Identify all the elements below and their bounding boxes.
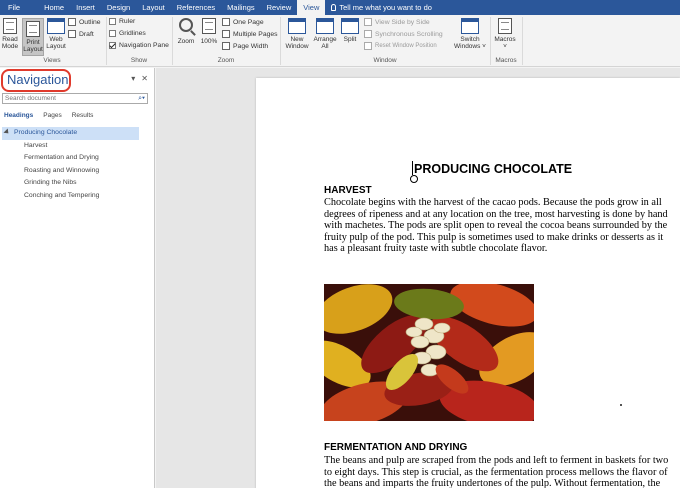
macros-icon — [498, 18, 512, 34]
ruler-checkbox[interactable]: Ruler — [109, 18, 135, 25]
tell-me-text: Tell me what you want to do — [339, 3, 432, 12]
page-width-button[interactable]: Page Width — [222, 42, 268, 50]
switch-windows-icon — [461, 18, 479, 34]
print-layout-icon — [26, 21, 40, 37]
read-mode-icon — [3, 18, 17, 34]
arrange-all-button[interactable]: Arrange All — [311, 18, 339, 50]
tab-mailings[interactable]: Mailings — [221, 0, 261, 15]
gridlines-checkbox[interactable]: Gridlines — [109, 30, 146, 37]
draft-button[interactable]: Draft — [68, 30, 94, 38]
cacao-pods-illustration — [324, 284, 534, 421]
multiple-pages-icon — [222, 30, 230, 38]
tab-results[interactable]: Results — [72, 112, 94, 119]
outline-button[interactable]: Outline — [68, 18, 101, 26]
close-icon[interactable]: ✕ — [141, 74, 148, 83]
zoom-group-label: Zoom — [217, 57, 235, 64]
switch-windows-button[interactable]: Switch Windows ˅ — [454, 18, 486, 50]
macros-group-label: Macros — [495, 57, 517, 64]
tab-review[interactable]: Review — [261, 0, 298, 15]
anchor-icon[interactable] — [410, 175, 418, 183]
section-heading: HARVEST — [324, 185, 372, 196]
side-by-side-icon — [364, 18, 372, 26]
reset-window-position-button[interactable]: Reset Window Position — [364, 42, 437, 50]
one-page-button[interactable]: One Page — [222, 18, 264, 26]
zoom-100-icon — [202, 18, 216, 34]
stray-mark — [620, 404, 622, 406]
zoom-button[interactable]: Zoom — [175, 18, 197, 45]
collapse-triangle-icon[interactable] — [3, 128, 11, 136]
sync-scroll-icon — [364, 30, 372, 38]
show-group-label: Show — [130, 57, 148, 64]
one-page-icon — [222, 18, 230, 26]
outline-icon — [68, 18, 76, 26]
page-width-icon — [222, 42, 230, 50]
divider — [522, 17, 523, 65]
search-icon[interactable]: ⌕▾ — [138, 95, 145, 103]
reset-window-icon — [364, 42, 372, 50]
tab-pages[interactable]: Pages — [43, 112, 61, 119]
tab-file[interactable]: File — [0, 0, 28, 15]
tree-item-grinding[interactable]: Grinding the Nibs — [2, 177, 139, 190]
tell-me-box[interactable]: Tell me what you want to do — [325, 3, 432, 12]
ribbon: Read Mode Print Layout Web Layout Outlin… — [0, 15, 680, 67]
navigation-pane-checkbox[interactable]: Navigation Pane — [109, 42, 169, 49]
lightbulb-icon — [331, 4, 337, 11]
pane-controls: ▾ ✕ — [131, 74, 148, 83]
ruler-check-icon — [109, 18, 116, 25]
views-group-label: Views — [43, 57, 61, 64]
section-body: Chocolate begins with the harvest of the… — [324, 197, 668, 255]
tree-item-producing-chocolate[interactable]: Producing Chocolate — [2, 127, 139, 140]
zoom-100-button[interactable]: 100% — [199, 18, 219, 45]
web-layout-button[interactable]: Web Layout — [46, 18, 66, 50]
macros-button[interactable]: Macros ˅ — [492, 18, 518, 50]
split-button[interactable]: Split — [340, 18, 360, 43]
tab-view[interactable]: View — [297, 0, 326, 15]
new-window-icon — [288, 18, 306, 34]
search-box[interactable]: ⌕▾ — [2, 93, 148, 104]
navigation-pane: Navigation ▾ ✕ ⌕▾ Headings Pages Results… — [0, 68, 155, 488]
heading-tree: Producing Chocolate Harvest Fermentation… — [2, 127, 139, 202]
tree-item-roasting[interactable]: Roasting and Winnowing — [2, 165, 139, 178]
pane-options-icon[interactable]: ▾ — [131, 74, 135, 83]
tree-item-harvest[interactable]: Harvest — [2, 140, 139, 153]
section-body: The beans and pulp are scraped from the … — [324, 455, 669, 488]
read-mode-button[interactable]: Read Mode — [1, 18, 19, 50]
tab-home[interactable]: Home — [38, 0, 70, 15]
cacao-pods-image[interactable] — [324, 284, 534, 421]
tab-insert[interactable]: Insert — [70, 0, 101, 15]
tab-headings[interactable]: Headings — [4, 112, 33, 119]
tab-design[interactable]: Design — [101, 0, 136, 15]
arrange-all-icon — [316, 18, 334, 34]
gridlines-check-icon — [109, 30, 116, 37]
tab-references[interactable]: References — [171, 0, 221, 15]
magnifier-icon — [179, 18, 193, 32]
search-input[interactable] — [3, 95, 127, 102]
document-area: PRODUCING CHOCOLATE HARVEST Chocolate be… — [156, 68, 680, 488]
navigation-pane-check-icon — [109, 42, 116, 49]
multiple-pages-button[interactable]: Multiple Pages — [222, 30, 278, 38]
menu-bar: File Home Insert Design Layout Reference… — [0, 0, 680, 15]
tree-item-fermentation[interactable]: Fermentation and Drying — [2, 152, 139, 165]
window-group-label: Window — [373, 57, 397, 64]
web-layout-icon — [47, 18, 65, 34]
tree-item-conching[interactable]: Conching and Tempering — [2, 190, 139, 203]
nav-tabs: Headings Pages Results — [4, 112, 93, 119]
print-layout-button[interactable]: Print Layout — [22, 18, 44, 56]
split-icon — [341, 18, 359, 34]
text-cursor — [412, 161, 413, 175]
navigation-pane-title: Navigation — [7, 72, 69, 87]
view-side-by-side-button[interactable]: View Side by Side — [364, 18, 430, 26]
document-page[interactable]: PRODUCING CHOCOLATE HARVEST Chocolate be… — [256, 78, 680, 488]
section-heading: FERMENTATION AND DRYING — [324, 442, 468, 453]
document-title: PRODUCING CHOCOLATE — [414, 162, 573, 176]
tab-layout[interactable]: Layout — [136, 0, 171, 15]
new-window-button[interactable]: New Window — [283, 18, 311, 50]
synchronous-scrolling-button[interactable]: Synchronous Scrolling — [364, 30, 443, 38]
draft-icon — [68, 30, 76, 38]
